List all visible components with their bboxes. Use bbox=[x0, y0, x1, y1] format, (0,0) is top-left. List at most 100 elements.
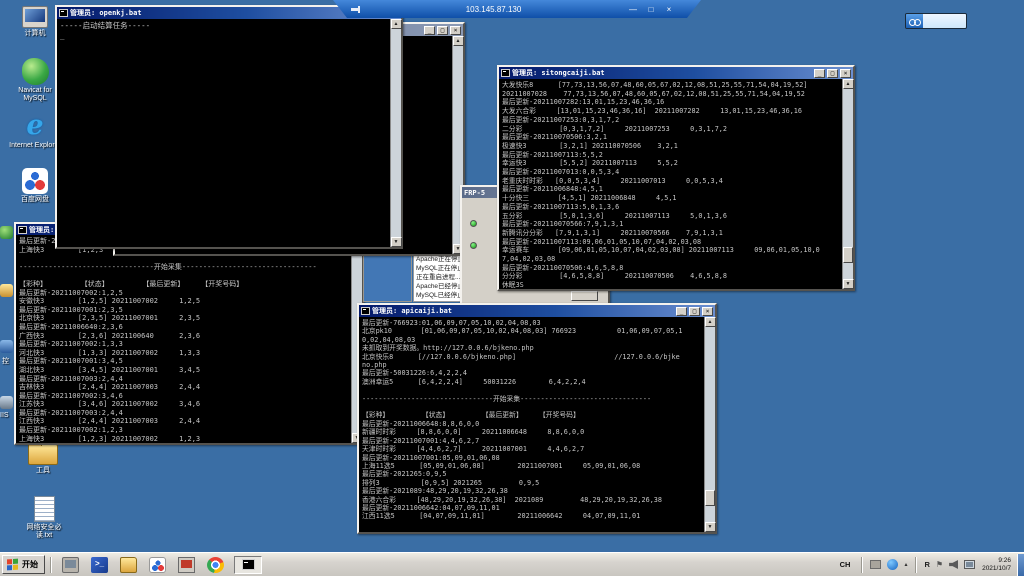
sitong-scrollbar[interactable]: ▲ ▼ bbox=[842, 79, 853, 289]
desktop-icon-ie[interactable]: Internet Explorer bbox=[8, 112, 62, 150]
clock-time: 9:26 bbox=[998, 557, 1011, 564]
scroll-up-icon[interactable]: ▲ bbox=[705, 317, 716, 327]
taskbar-separator bbox=[50, 557, 51, 573]
language-indicator[interactable]: CH bbox=[837, 559, 854, 570]
quicklaunch-powershell-icon[interactable] bbox=[91, 557, 108, 573]
taskbar: 开始 CH ▴ R ⚑ 9:26 2021/10/7 bbox=[0, 552, 1024, 576]
tray-app-icon[interactable] bbox=[887, 559, 898, 570]
desktop-icon-tools-folder[interactable]: 工具 bbox=[16, 444, 70, 475]
maximize-button[interactable]: □ bbox=[689, 307, 700, 316]
quicklaunch-system-tool-icon[interactable] bbox=[62, 557, 79, 573]
partial-desktop-icon[interactable] bbox=[0, 396, 13, 409]
sitong-terminal-output: 大发快乐8 [77,73,13,56,07,48,60,05,67,02,12,… bbox=[499, 79, 853, 289]
api-title-bar[interactable]: 管理员: apicaiji.bat _ □ × bbox=[359, 305, 715, 317]
api-window-title: 管理员: apicaiji.bat bbox=[372, 306, 674, 316]
tray-clock[interactable]: 9:26 2021/10/7 bbox=[982, 557, 1011, 573]
desktop-icon-label: Navicat for MySQL bbox=[8, 87, 62, 103]
caiji-terminal-output: 最后更新-20211007002:1 上海快3 [1,2,3 ---------… bbox=[16, 235, 362, 443]
clock-date: 2021/10/7 bbox=[982, 565, 1011, 572]
desktop-icon-label: 工具 bbox=[16, 467, 70, 475]
rdp-restore-button[interactable]: □ bbox=[645, 5, 657, 14]
frp-button[interactable] bbox=[571, 291, 598, 301]
internet-explorer-icon bbox=[21, 112, 49, 140]
tray-r-icon[interactable]: R bbox=[924, 560, 929, 569]
partial-icon-label: 控 bbox=[2, 356, 9, 366]
desktop-icon-computer[interactable]: 计算机 bbox=[8, 6, 62, 38]
cmd-icon bbox=[18, 226, 27, 234]
windows-logo-icon bbox=[7, 559, 19, 571]
show-desktop-button[interactable] bbox=[1017, 554, 1024, 576]
desktop-widget[interactable] bbox=[905, 13, 967, 29]
remote-desktop-screen: { "remote_bar": {"title": "103.145.87.13… bbox=[0, 0, 1024, 576]
taskbar-separator bbox=[861, 557, 862, 573]
sitong-window-title: 管理员: sitongcaiji.bat bbox=[512, 68, 812, 78]
openkj-terminal-text: -----启动结算任务----- _ bbox=[57, 19, 401, 43]
scroll-up-icon[interactable]: ▲ bbox=[391, 19, 402, 29]
text-file-icon bbox=[34, 496, 55, 522]
rdp-address: 103.145.87.130 bbox=[360, 5, 627, 14]
volume-icon[interactable] bbox=[949, 560, 958, 569]
computer-icon bbox=[22, 6, 48, 28]
sitong-terminal-text: 大发快乐8 [77,73,13,56,07,48,60,05,67,02,12,… bbox=[499, 79, 853, 289]
cmd-window-openkj: 管理员: openkj.bat _ □ × -----启动结算任务----- _… bbox=[55, 5, 403, 249]
partial-desktop-icon[interactable] bbox=[0, 284, 13, 297]
background-window-fragment bbox=[363, 248, 412, 302]
scrollbar-thumb[interactable] bbox=[843, 247, 853, 263]
partial-desktop-icon[interactable] bbox=[0, 340, 13, 353]
rdp-connection-bar[interactable]: 103.145.87.130 — □ × bbox=[333, 0, 701, 18]
network-icon[interactable] bbox=[964, 560, 975, 569]
scroll-up-icon[interactable]: ▲ bbox=[453, 36, 464, 46]
close-button[interactable]: × bbox=[450, 26, 461, 35]
status-green-dot bbox=[470, 242, 477, 249]
quicklaunch-baidu-netdisk-icon[interactable] bbox=[149, 557, 166, 573]
desktop-icon-label: 网络安全必读.txt bbox=[22, 524, 66, 540]
navicat-icon bbox=[22, 58, 49, 85]
desktop-icon-navicat[interactable]: Navicat for MySQL bbox=[8, 58, 62, 103]
minimize-button[interactable]: _ bbox=[676, 307, 687, 316]
scroll-up-icon[interactable]: ▲ bbox=[843, 79, 854, 89]
scrollbar-thumb[interactable] bbox=[705, 490, 715, 506]
desktop-icon-baidupan[interactable]: 百度网盘 bbox=[8, 168, 62, 204]
api-scrollbar[interactable]: ▲ ▼ bbox=[704, 317, 715, 532]
status-green-dot bbox=[470, 220, 477, 227]
cmd-icon bbox=[361, 307, 370, 315]
cmd-icon bbox=[59, 9, 68, 17]
caiji-terminal-text: 最后更新-20211007002:1 上海快3 [1,2,3 ---------… bbox=[16, 235, 362, 443]
api-terminal-output: 最后更新-766923:01,06,09,07,05,10,02,04,08,0… bbox=[359, 317, 715, 532]
tray-flag-icon[interactable]: ⚑ bbox=[936, 560, 943, 569]
maximize-button[interactable]: □ bbox=[827, 69, 838, 78]
desktop-icon-security-txt[interactable]: 网络安全必读.txt bbox=[14, 496, 74, 540]
desktop-icon-label: Internet Explorer bbox=[8, 142, 62, 150]
minimize-button[interactable]: _ bbox=[814, 69, 825, 78]
start-button[interactable]: 开始 bbox=[2, 555, 45, 574]
openkj-terminal-output: -----启动结算任务----- _ bbox=[57, 19, 401, 247]
taskbar-button-cmd[interactable] bbox=[234, 556, 262, 574]
cmd-icon bbox=[501, 69, 510, 77]
partial-desktop-icon[interactable] bbox=[0, 226, 13, 239]
close-button[interactable]: × bbox=[702, 307, 713, 316]
taskbar-separator bbox=[915, 557, 916, 573]
maximize-button[interactable]: □ bbox=[437, 26, 448, 35]
scroll-down-icon[interactable]: ▼ bbox=[843, 279, 854, 289]
tray-device-icon[interactable] bbox=[870, 560, 881, 569]
rdp-close-button[interactable]: × bbox=[663, 5, 675, 14]
rdp-minimize-button[interactable]: — bbox=[627, 5, 639, 14]
desktop-icon-label: 百度网盘 bbox=[8, 196, 62, 204]
quicklaunch-remote-tool-icon[interactable] bbox=[178, 557, 195, 573]
baidu-netdisk-icon bbox=[22, 168, 48, 194]
minimize-button[interactable]: _ bbox=[424, 26, 435, 35]
close-button[interactable]: × bbox=[840, 69, 851, 78]
widget-body[interactable] bbox=[923, 14, 966, 28]
cmd-window-apicaiji: 管理员: apicaiji.bat _ □ × 最后更新-766923:01,0… bbox=[357, 303, 717, 534]
quicklaunch-explorer-icon[interactable] bbox=[120, 557, 137, 573]
openkj-scrollbar[interactable]: ▲ ▼ bbox=[390, 19, 401, 247]
scroll-down-icon[interactable]: ▼ bbox=[705, 522, 716, 532]
pin-icon[interactable] bbox=[351, 5, 360, 14]
quicklaunch-chrome-icon[interactable] bbox=[207, 557, 224, 573]
desktop-icon-label: 计算机 bbox=[8, 30, 62, 38]
scroll-down-icon[interactable]: ▼ bbox=[391, 237, 402, 247]
openkj-window-title: 管理员: openkj.bat bbox=[70, 8, 360, 18]
tray-expand-icon[interactable]: ▴ bbox=[904, 561, 907, 568]
sitong-title-bar[interactable]: 管理员: sitongcaiji.bat _ □ × bbox=[499, 67, 853, 79]
cmd-window-sitongcaiji: 管理员: sitongcaiji.bat _ □ × 大发快乐8 [77,73,… bbox=[497, 65, 855, 291]
